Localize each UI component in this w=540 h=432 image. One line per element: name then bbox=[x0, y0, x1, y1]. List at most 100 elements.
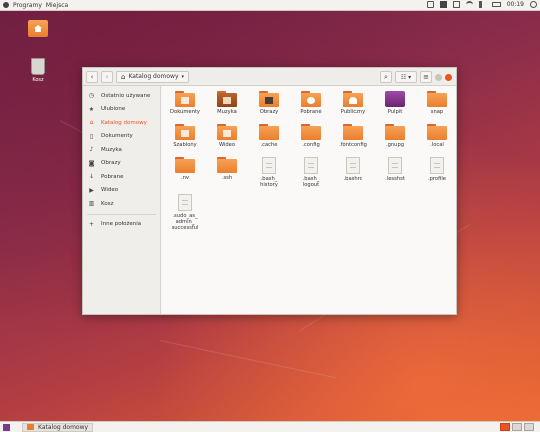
search-icon: ⌕ bbox=[384, 72, 388, 81]
workspace-2[interactable] bbox=[512, 423, 522, 431]
folder-icon bbox=[385, 124, 405, 140]
show-desktop-icon[interactable] bbox=[3, 423, 10, 431]
file-item[interactable]: .local bbox=[417, 124, 457, 148]
file-item[interactable]: .nv bbox=[165, 157, 205, 181]
desktop-trash-label: Kosz bbox=[32, 77, 44, 83]
folder-public-icon bbox=[343, 91, 363, 107]
file-item[interactable]: .bashrc bbox=[333, 157, 373, 182]
close-button[interactable] bbox=[445, 73, 452, 81]
home-icon: ⌂ bbox=[121, 72, 126, 81]
battery-icon[interactable] bbox=[491, 2, 501, 7]
file-label: successful bbox=[171, 225, 199, 232]
desktop-trash-icon[interactable]: Kosz bbox=[18, 58, 58, 83]
sidebar-item-favorites[interactable]: ★ Ulubione bbox=[83, 103, 160, 117]
sidebar-item-pictures[interactable]: ◙ Obrazy bbox=[83, 157, 160, 171]
text-file-icon bbox=[430, 157, 444, 174]
file-item[interactable]: .config bbox=[291, 124, 331, 148]
sidebar-item-label: Obrazy bbox=[101, 160, 121, 167]
folder-pictures-icon bbox=[259, 91, 279, 107]
menu-button[interactable]: ≡ bbox=[420, 71, 432, 83]
network-icon[interactable] bbox=[426, 1, 434, 8]
file-label: Szablony bbox=[173, 142, 197, 148]
file-item[interactable]: .ssh bbox=[207, 157, 247, 181]
file-item[interactable]: Publiczny bbox=[333, 91, 373, 115]
file-item[interactable]: .gnupg bbox=[375, 124, 415, 148]
file-item[interactable]: .lesshst bbox=[375, 157, 415, 182]
taskbar-window-label: Katalog domowy bbox=[38, 423, 89, 431]
desktop-home-icon[interactable] bbox=[18, 20, 58, 39]
location-button[interactable]: ⌂ Katalog domowy ▾ bbox=[116, 70, 190, 83]
sidebar-item-downloads[interactable]: ↓ Pobrane bbox=[83, 170, 160, 184]
sidebar-item-recent[interactable]: ◷ Ostatnio używane bbox=[83, 89, 160, 103]
sidebar-item-trash[interactable]: ▥ Kosz bbox=[83, 197, 160, 211]
file-item[interactable]: .cache bbox=[249, 124, 289, 148]
file-item[interactable]: Muzyka bbox=[207, 91, 247, 115]
sidebar-item-label: Muzyka bbox=[101, 146, 122, 153]
file-label: .sudo_as_ bbox=[172, 213, 198, 219]
file-label: .ssh bbox=[221, 175, 233, 181]
sidebar: ◷ Ostatnio używane ★ Ulubione ⌂ Katalog dom… bbox=[83, 86, 161, 314]
sidebar-item-videos[interactable]: ▶ Wideo bbox=[83, 184, 160, 198]
folder-documents-icon bbox=[175, 91, 195, 107]
sidebar-item-home[interactable]: ⌂ Katalog domowy bbox=[83, 116, 160, 130]
file-item[interactable]: Szablony bbox=[165, 124, 205, 148]
file-item[interactable]: .bash_ history bbox=[249, 157, 289, 188]
file-item[interactable]: Wideo bbox=[207, 124, 247, 148]
folder-music-icon bbox=[217, 91, 237, 107]
forward-button[interactable]: › bbox=[101, 70, 113, 83]
file-label: .profile bbox=[427, 176, 447, 182]
file-label: Wideo bbox=[218, 142, 236, 148]
sidebar-item-other-locations[interactable]: + Inne położenia bbox=[83, 218, 160, 232]
file-label: .bash_ bbox=[260, 176, 278, 182]
sidebar-item-music[interactable]: ♪ Muzyka bbox=[83, 143, 160, 157]
file-item[interactable]: .sudo_as_ admin_ successful bbox=[165, 194, 205, 232]
sidebar-item-documents[interactable]: ▯ Dokumenty bbox=[83, 130, 160, 144]
location-label: Katalog domowy bbox=[128, 73, 179, 80]
sidebar-item-label: Dokumenty bbox=[101, 133, 133, 140]
minimize-button[interactable] bbox=[435, 73, 442, 81]
folder-videos-icon bbox=[217, 124, 237, 140]
text-file-icon bbox=[262, 157, 276, 174]
download-icon: ↓ bbox=[88, 173, 95, 181]
folder-templates-icon bbox=[175, 124, 195, 140]
file-item[interactable]: Pobrane bbox=[291, 91, 331, 115]
text-file-icon bbox=[388, 157, 402, 174]
file-item[interactable]: snap bbox=[417, 91, 457, 115]
search-button[interactable]: ⌕ bbox=[380, 71, 392, 83]
ubuntu-logo-icon[interactable] bbox=[3, 2, 9, 8]
sidebar-item-label: Ulubione bbox=[101, 106, 126, 113]
text-file-icon bbox=[304, 157, 318, 174]
file-item[interactable]: .profile bbox=[417, 157, 457, 182]
view-options-button[interactable]: ☷ ▾ bbox=[395, 71, 417, 83]
menu-places[interactable]: Miejsca bbox=[46, 2, 68, 9]
clock[interactable]: 00:19 bbox=[507, 1, 524, 8]
star-icon: ★ bbox=[88, 105, 95, 113]
folder-icon bbox=[343, 124, 363, 140]
file-item[interactable]: .bash_ logout bbox=[291, 157, 331, 188]
menu-programs[interactable]: Programy bbox=[13, 2, 42, 9]
file-item[interactable]: Pulpit bbox=[375, 91, 415, 115]
back-button[interactable]: ‹ bbox=[86, 70, 98, 83]
mail-icon[interactable] bbox=[452, 1, 460, 8]
file-label: .bashrc bbox=[343, 176, 363, 182]
camera-icon: ◙ bbox=[88, 159, 95, 167]
volume-icon[interactable] bbox=[478, 1, 486, 8]
file-label: .fontconfig bbox=[339, 142, 367, 148]
taskbar-window-button[interactable]: Katalog domowy bbox=[22, 422, 94, 432]
file-item[interactable]: Dokumenty bbox=[165, 91, 205, 115]
file-item[interactable]: Obrazy bbox=[249, 91, 289, 115]
workspace-1[interactable] bbox=[500, 423, 510, 431]
keyboard-layout-icon[interactable] bbox=[439, 1, 447, 8]
clock-icon: ◷ bbox=[88, 92, 95, 100]
file-label: .gnupg bbox=[385, 142, 405, 148]
power-icon[interactable] bbox=[530, 1, 537, 8]
wifi-icon[interactable] bbox=[465, 1, 473, 8]
sidebar-item-label: Pobrane bbox=[101, 173, 124, 180]
trash-icon bbox=[31, 58, 45, 75]
workspace-3[interactable] bbox=[524, 423, 534, 431]
folder-desktop-icon bbox=[385, 91, 405, 107]
wallpaper-line bbox=[159, 340, 337, 379]
bottom-panel: Katalog domowy bbox=[0, 421, 540, 432]
file-item[interactable]: .fontconfig bbox=[333, 124, 373, 148]
sidebar-item-label: Katalog domowy bbox=[101, 119, 147, 126]
